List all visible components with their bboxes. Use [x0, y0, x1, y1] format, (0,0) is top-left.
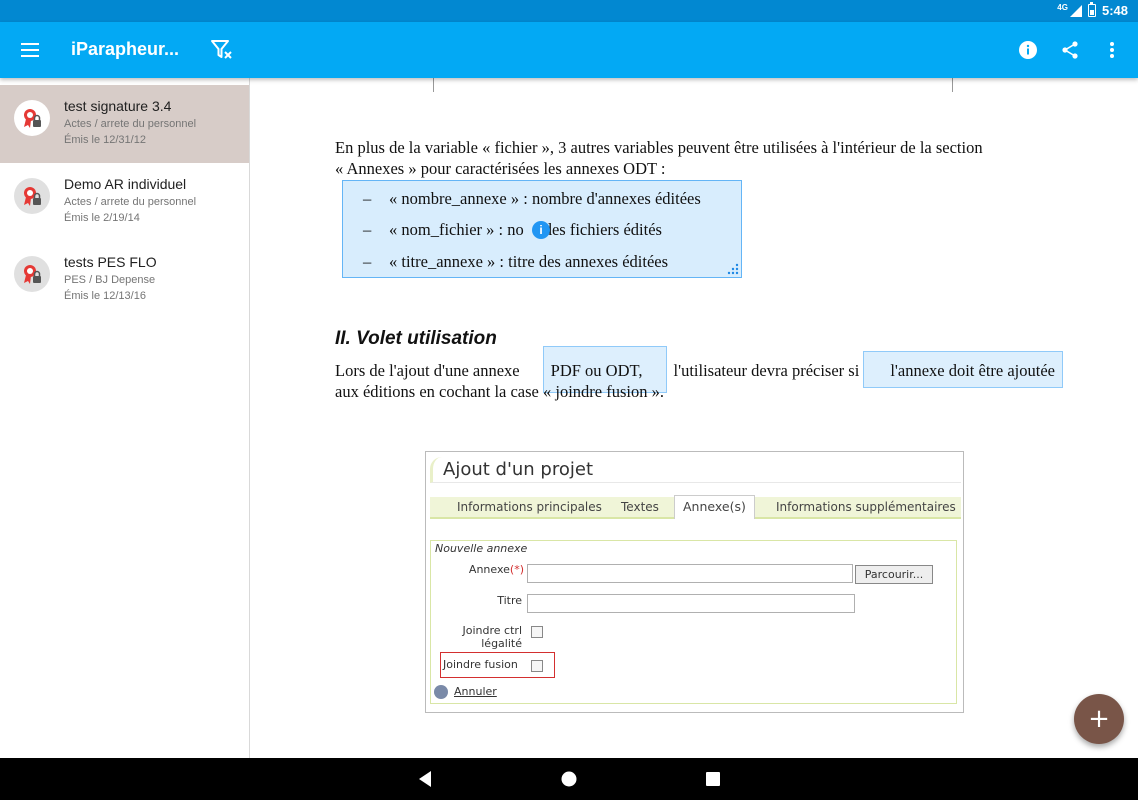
list-item[interactable]: tests PES FLO PES / BJ Depense Émis le 1… [0, 241, 249, 319]
more-vert-icon[interactable] [1100, 36, 1124, 64]
app-root: 4G 5:48 iParapheur... test signature 3.4… [0, 0, 1138, 800]
joindre-fusion-checkbox [531, 660, 543, 672]
item-name: Demo AR individuel [64, 176, 187, 192]
bullet-item: – « titre_annexe » : titre des annexes éd… [363, 252, 669, 271]
item-type: PES / BJ Depense [64, 274, 156, 286]
paragraph-line: « Annexes » pour caractérisées les annex… [335, 159, 666, 178]
add-button[interactable]: + [1074, 694, 1124, 744]
list-item[interactable]: test signature 3.4 Actes / arrete du per… [0, 85, 249, 163]
fieldset-legend: Nouvelle annexe [433, 542, 530, 555]
hamburger-menu-icon[interactable] [21, 40, 43, 60]
battery-icon [1087, 2, 1096, 17]
screenshot-title: Ajout d'un projet [430, 457, 961, 483]
section-heading: II. Volet utilisation [335, 328, 497, 349]
back-icon[interactable] [414, 768, 436, 790]
tab-informations-principales: Informations principales [457, 500, 602, 514]
item-type: Actes / arrete du personnel [64, 118, 197, 130]
joindre-fusion-label: Joindre fusion [443, 658, 518, 671]
cancel-icon [434, 685, 448, 699]
network-label: 4G [1057, 3, 1068, 12]
clock: 5:48 [1101, 3, 1128, 18]
item-date: Émis le 12/13/16 [64, 290, 146, 302]
bullet-item: – « nombre_annexe » : nombre d'annexes éd… [363, 189, 701, 208]
item-date: Émis le 2/19/14 [64, 212, 140, 224]
annexe-file-field [527, 564, 853, 583]
filter-clear-icon[interactable] [210, 38, 234, 62]
signal-icon [1069, 4, 1082, 17]
screenshot-tabs: Informations principales Textes Annexe(s… [430, 495, 961, 519]
app-bar: iParapheur... [0, 22, 1138, 78]
certificate-lock-icon [14, 178, 50, 214]
info-icon[interactable] [1016, 36, 1040, 64]
tab-annexes: Annexe(s) [674, 495, 755, 519]
bullet-item: – « nom_fichier » : no des fichiers édités [363, 220, 662, 239]
item-type: Actes / arrete du personnel [64, 196, 197, 208]
cancel-link: Annuler [454, 685, 497, 698]
resize-handle-icon[interactable] [727, 263, 739, 275]
recents-icon[interactable] [702, 768, 724, 790]
item-date: Émis le 12/31/12 [64, 134, 146, 146]
tab-textes: Textes [621, 500, 659, 514]
item-name: test signature 3.4 [64, 98, 172, 114]
certificate-lock-icon [14, 100, 50, 136]
status-bar: 4G 5:48 [0, 0, 1138, 22]
browse-button: Parcourir... [855, 565, 933, 584]
titre-label: Titre [497, 594, 522, 607]
app-title: iParapheur... [71, 39, 180, 59]
annotation-info-icon[interactable]: i [532, 221, 550, 239]
folder-list: test signature 3.4 Actes / arrete du per… [0, 78, 250, 758]
navigation-bar [0, 758, 1138, 800]
tab-informations-supplementaires: Informations supplémentaires [776, 500, 956, 514]
item-name: tests PES FLO [64, 254, 157, 270]
home-icon[interactable] [558, 768, 580, 790]
document-viewer[interactable]: En plus de la variable « fichier », 3 au… [251, 78, 1138, 758]
page-edge-mark [433, 78, 434, 92]
page-edge-mark [952, 78, 953, 92]
share-icon[interactable] [1058, 36, 1082, 64]
paragraph-line: En plus de la variable « fichier », 3 au… [335, 138, 983, 157]
annexe-label: Annexe(*) [468, 563, 524, 576]
certificate-lock-icon [14, 256, 50, 292]
paragraph-line: aux éditions en cochant la case « joindr… [335, 382, 664, 401]
titre-field [527, 594, 855, 613]
embedded-screenshot: Ajout d'un projet Informations principal… [425, 451, 964, 713]
joindre-ctrl-label: Joindre ctrl légalité [462, 624, 522, 650]
joindre-ctrl-checkbox [531, 626, 543, 638]
list-item[interactable]: Demo AR individuel Actes / arrete du per… [0, 163, 249, 241]
paragraph-line: Lors de l'ajout d'une annexe PDF ou ODT,… [335, 361, 1055, 380]
